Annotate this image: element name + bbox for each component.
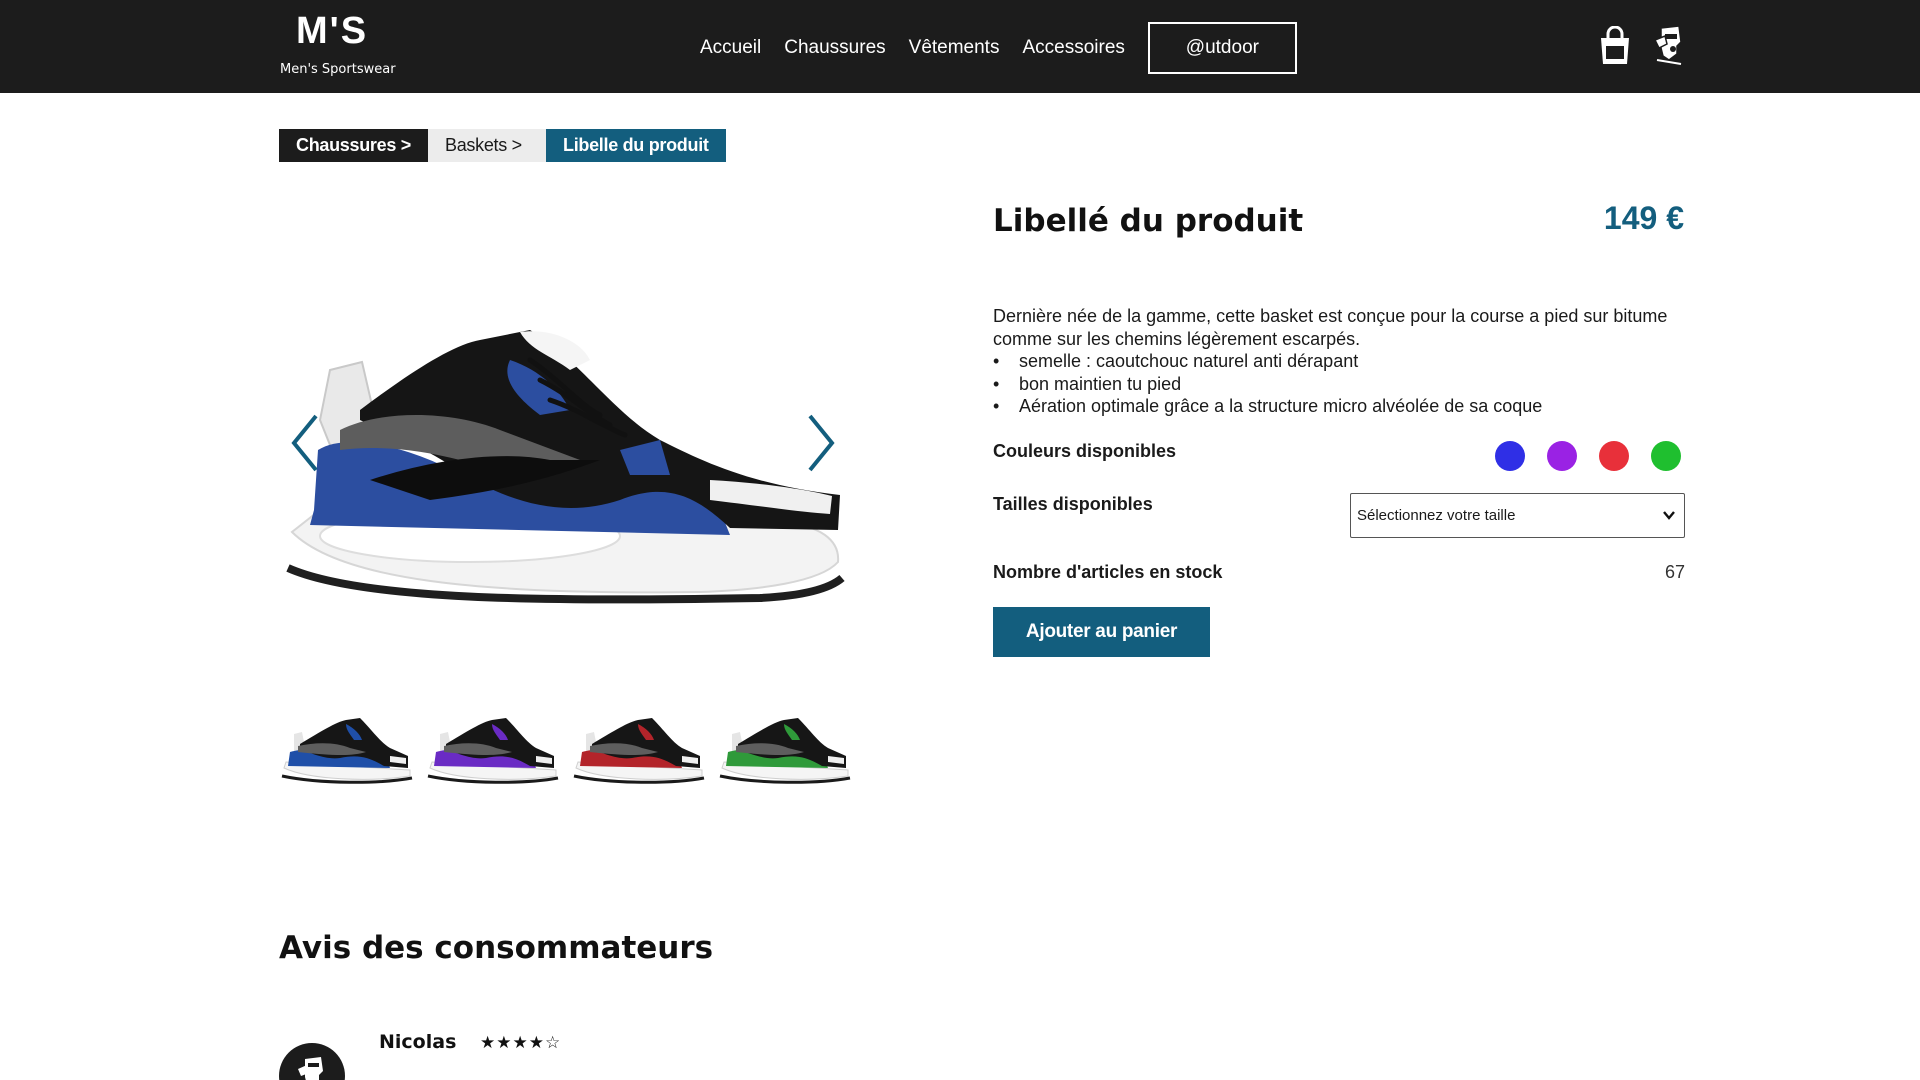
sizes-label: Tailles disponibles: [993, 494, 1153, 514]
color-swatch-green[interactable]: [1651, 441, 1681, 471]
product-description: Dernière née de la gamme, cette basket e…: [993, 305, 1693, 418]
brand-name: Men's Sportswear: [280, 62, 396, 77]
size-select[interactable]: Sélectionnez votre taille: [1350, 493, 1685, 538]
product-title: Libellé du produit: [993, 203, 1304, 239]
sneaker-thumbnail-image: [719, 718, 851, 784]
colors-label: Couleurs disponibles: [993, 441, 1177, 461]
product-thumbnail[interactable]: [426, 712, 560, 792]
sneaker-thumbnail-image: [573, 718, 705, 784]
color-swatch-purple[interactable]: [1547, 441, 1577, 471]
review-avatar: [279, 1043, 345, 1080]
nav-item-vetements[interactable]: Vêtements: [909, 37, 1000, 59]
breadcrumb: Chaussures > Baskets > Libelle du produi…: [279, 129, 726, 162]
stock-value: 67: [1664, 562, 1685, 582]
reviews-title: Avis des consommateurs: [279, 930, 714, 966]
gallery-next-button[interactable]: [800, 410, 840, 476]
feature-item: semelle : caoutchouc naturel anti dérapa…: [993, 350, 1693, 373]
user-avatar-icon: [298, 1057, 323, 1080]
feature-list: semelle : caoutchouc naturel anti dérapa…: [993, 350, 1693, 418]
breadcrumb-chaussures[interactable]: Chaussures >: [279, 129, 428, 162]
thumbnail-strip: [280, 712, 864, 792]
color-swatches: [1495, 441, 1681, 471]
site-header: M'S Men's Sportswear Accueil Chaussures …: [0, 0, 1920, 93]
logo-mark: M'S: [296, 10, 369, 52]
chevron-down-icon: [1663, 511, 1675, 520]
brand-logo[interactable]: M'S Men's Sportswear: [280, 8, 410, 84]
product-thumbnail[interactable]: [572, 712, 706, 792]
review-rating: ★★★★☆: [480, 1033, 562, 1053]
color-swatch-red[interactable]: [1599, 441, 1629, 471]
description-text: Dernière née de la gamme, cette basket e…: [993, 306, 1668, 349]
chevron-right-icon: [808, 414, 835, 472]
nav-item-accessoires[interactable]: Accessoires: [1022, 37, 1124, 59]
size-select-value: Sélectionnez votre taille: [1357, 507, 1516, 524]
product-thumbnail[interactable]: [280, 712, 414, 792]
user-avatar-icon: [1653, 25, 1682, 65]
add-to-cart-button[interactable]: Ajouter au panier: [993, 607, 1210, 657]
product-price: 149 €: [1603, 200, 1684, 236]
main-nav: Accueil Chaussures Vêtements Accessoires…: [700, 22, 1297, 74]
feature-item: Aération optimale grâce a la structure m…: [993, 395, 1693, 418]
cart-button[interactable]: [1598, 25, 1632, 66]
sneaker-thumbnail-image: [427, 718, 559, 784]
breadcrumb-baskets[interactable]: Baskets >: [428, 129, 546, 162]
color-swatch-blue[interactable]: [1495, 441, 1525, 471]
stock-label: Nombre d'articles en stock: [993, 562, 1223, 582]
sneaker-image: [286, 330, 845, 604]
review-author: Nicolas: [379, 1031, 457, 1053]
shopping-bag-icon: [1601, 25, 1629, 64]
feature-item: bon maintien tu pied: [993, 373, 1693, 396]
nav-item-accueil[interactable]: Accueil: [700, 37, 761, 59]
nav-item-chaussures[interactable]: Chaussures: [784, 37, 885, 59]
product-main-image: [280, 300, 850, 690]
sneaker-thumbnail-image: [281, 718, 413, 784]
breadcrumb-current: Libelle du produit: [546, 129, 726, 162]
account-button[interactable]: [1651, 24, 1687, 66]
chevron-left-icon: [291, 414, 318, 472]
product-thumbnail[interactable]: [718, 712, 852, 792]
gallery-prev-button[interactable]: [286, 410, 326, 476]
nav-item-outdoor[interactable]: @utdoor: [1147, 22, 1297, 74]
